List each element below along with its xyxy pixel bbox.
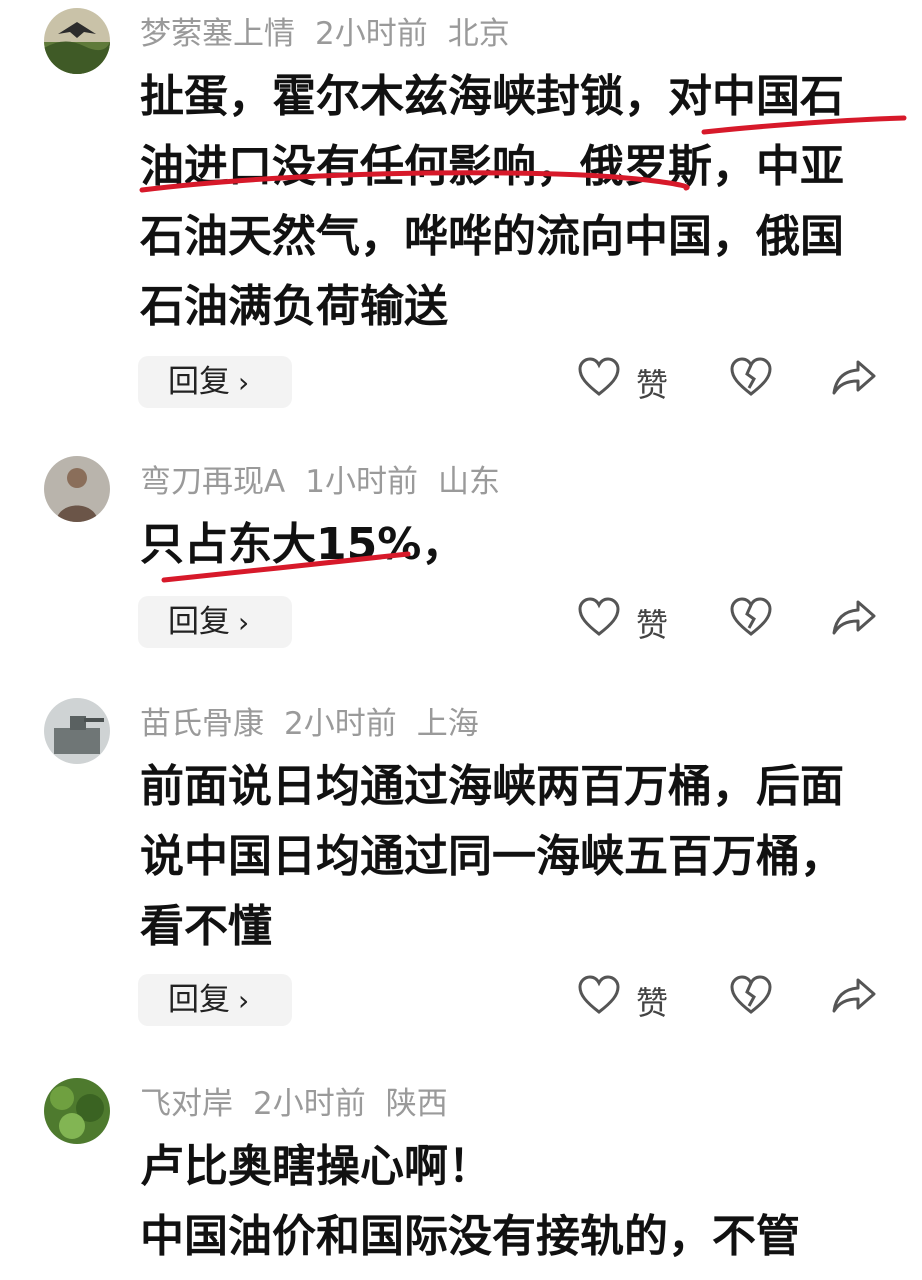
comment-meta: 飞对岸 2小时前 陕西: [140, 1084, 468, 1124]
avatar[interactable]: [44, 698, 110, 764]
timestamp: 2小时前: [284, 706, 397, 742]
comment-actions: 赞: [576, 972, 896, 1028]
comment-meta: 苗氏骨康 2小时前 上海: [140, 704, 499, 744]
chevron-right-icon: ›: [238, 366, 250, 399]
share-arrow-icon[interactable]: [830, 594, 878, 644]
like-label[interactable]: 赞: [636, 360, 668, 406]
comment-text: 只占东大15%，: [140, 519, 466, 570]
avatar[interactable]: [44, 1078, 110, 1144]
broken-heart-icon[interactable]: [728, 972, 774, 1022]
location: 上海: [416, 706, 479, 742]
heart-outline-icon[interactable]: [576, 354, 622, 404]
comment-actions: 赞: [576, 354, 896, 410]
share-arrow-icon[interactable]: [830, 354, 878, 404]
username[interactable]: 苗氏骨康: [140, 706, 264, 742]
chevron-right-icon: ›: [238, 606, 250, 639]
location: 北京: [447, 16, 510, 52]
reply-button[interactable]: 回复 ›: [138, 356, 292, 408]
timestamp: 2小时前: [315, 16, 428, 52]
location: 山东: [437, 464, 500, 500]
heart-outline-icon[interactable]: [576, 972, 622, 1022]
chevron-right-icon: ›: [238, 984, 250, 1017]
broken-heart-icon[interactable]: [728, 354, 774, 404]
comment-actions: 赞: [576, 594, 896, 650]
comment-text: 前面说日均通过海峡两百万桶，后面说中国日均通过同一海峡五百万桶，看不懂: [140, 761, 844, 952]
username[interactable]: 梦萦塞上情: [140, 16, 295, 52]
comment-text-line: 中国油价和国际没有接轨的，不管: [140, 1211, 800, 1262]
broken-heart-icon[interactable]: [728, 594, 774, 644]
avatar[interactable]: [44, 8, 110, 74]
comment-meta: 弯刀再现A 1小时前 山东: [140, 462, 520, 502]
location: 陕西: [385, 1086, 448, 1122]
reply-button[interactable]: 回复 ›: [138, 596, 292, 648]
comment-text-line: 卢比奥瞎操心啊！: [140, 1141, 492, 1192]
like-label[interactable]: 赞: [636, 600, 668, 646]
heart-outline-icon[interactable]: [576, 594, 622, 644]
timestamp: 2小时前: [253, 1086, 366, 1122]
share-arrow-icon[interactable]: [830, 972, 878, 1022]
comment-meta: 梦萦塞上情 2小时前 北京: [140, 14, 530, 54]
avatar[interactable]: [44, 456, 110, 522]
timestamp: 1小时前: [305, 464, 418, 500]
like-label[interactable]: 赞: [636, 978, 668, 1024]
username[interactable]: 弯刀再现A: [140, 464, 285, 500]
comment-text: 扯蛋，霍尔木兹海峡封锁，对中国石油进口没有任何影响，俄罗斯，中亚石油天然气，哗哗…: [140, 71, 844, 332]
reply-button[interactable]: 回复 ›: [138, 974, 292, 1026]
username[interactable]: 飞对岸: [140, 1086, 233, 1122]
